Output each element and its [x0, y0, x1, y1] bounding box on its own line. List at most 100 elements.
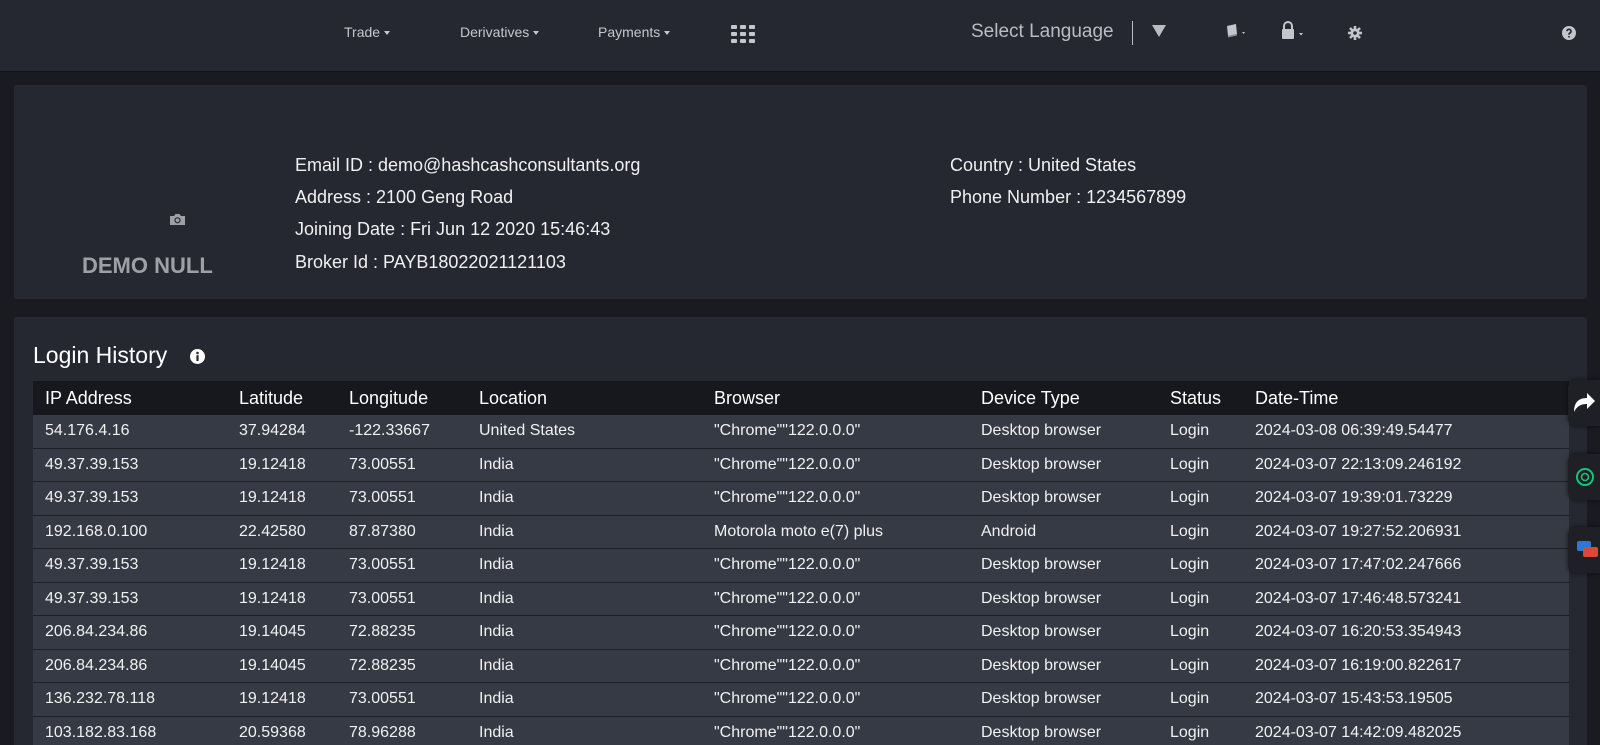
cell-location: India	[467, 482, 702, 516]
table-row: 206.84.234.86 19.14045 72.88235 India "Chrom…	[33, 616, 1569, 650]
top-navbar: Trade Derivatives Payments Select Langua…	[0, 0, 1600, 72]
cell-latitude: 22.42580	[227, 515, 337, 549]
gear-icon	[1348, 26, 1362, 40]
cell-ip: 192.168.0.100	[33, 515, 227, 549]
cell-location: India	[467, 716, 702, 745]
table-row: 54.176.4.16 37.94284 -122.33667 United Stat…	[33, 415, 1569, 449]
book-icon	[1227, 24, 1245, 38]
table-row: 49.37.39.153 19.12418 73.00551 India "Chrome…	[33, 549, 1569, 583]
cell-ip: 54.176.4.16	[33, 415, 227, 449]
chatgpt-icon	[1576, 468, 1594, 486]
table-row: 49.37.39.153 19.12418 73.00551 India "Chrome…	[33, 448, 1569, 482]
cell-longitude: -122.33667	[337, 415, 467, 449]
cell-browser: "Chrome""122.0.0.0"	[702, 683, 969, 717]
cell-latitude: 20.59368	[227, 716, 337, 745]
chat-tab[interactable]	[1568, 527, 1600, 573]
info-icon[interactable]	[190, 349, 205, 364]
cell-ip: 49.37.39.153	[33, 448, 227, 482]
chat-bubbles-icon	[1577, 541, 1598, 557]
table-row: 192.168.0.100 22.42580 87.87380 India Motoro…	[33, 515, 1569, 549]
column-header-status[interactable]: Status	[1158, 381, 1243, 415]
profile-card	[14, 85, 1587, 299]
cell-status: Login	[1158, 448, 1243, 482]
cell-browser: "Chrome""122.0.0.0"	[702, 582, 969, 616]
cell-longitude: 78.96288	[337, 716, 467, 745]
cell-ip: 206.84.234.86	[33, 616, 227, 650]
cell-browser: Motorola moto e(7) plus	[702, 515, 969, 549]
cell-status: Login	[1158, 549, 1243, 583]
cell-location: India	[467, 448, 702, 482]
cell-status: Login	[1158, 515, 1243, 549]
cell-longitude: 73.00551	[337, 482, 467, 516]
cell-ip: 49.37.39.153	[33, 549, 227, 583]
table-row: 49.37.39.153 19.12418 73.00551 India "Chrome…	[33, 482, 1569, 516]
cell-latitude: 19.12418	[227, 549, 337, 583]
cell-location: India	[467, 515, 702, 549]
cell-location: India	[467, 549, 702, 583]
cell-browser: "Chrome""122.0.0.0"	[702, 415, 969, 449]
cell-latitude: 37.94284	[227, 415, 337, 449]
cell-latitude: 19.12418	[227, 582, 337, 616]
cell-latitude: 19.12418	[227, 482, 337, 516]
nav-trade-label: Trade	[344, 24, 381, 40]
cell-device-type: Desktop browser	[969, 582, 1158, 616]
column-header-browser[interactable]: Browser	[702, 381, 969, 415]
table-header-row: IP Address Latitude Longitude Location B…	[33, 381, 1569, 415]
cell-browser: "Chrome""122.0.0.0"	[702, 616, 969, 650]
column-header-latitude[interactable]: Latitude	[227, 381, 337, 415]
nav-payments-dropdown[interactable]: Payments	[598, 24, 671, 40]
column-header-ip[interactable]: IP Address	[33, 381, 227, 415]
cell-status: Login	[1158, 683, 1243, 717]
column-header-longitude[interactable]: Longitude	[337, 381, 467, 415]
nav-payments-label: Payments	[598, 24, 661, 40]
cell-device-type: Desktop browser	[969, 683, 1158, 717]
settings-button[interactable]	[1348, 26, 1362, 45]
share-tab[interactable]	[1568, 380, 1600, 426]
nav-derivatives-dropdown[interactable]: Derivatives	[460, 24, 540, 40]
cell-browser: "Chrome""122.0.0.0"	[702, 549, 969, 583]
table-row: 206.84.234.86 19.14045 72.88235 India "Chrom…	[33, 649, 1569, 683]
cell-device-type: Desktop browser	[969, 482, 1158, 516]
language-dropdown-arrow-icon[interactable]	[1152, 25, 1166, 37]
cell-latitude: 19.14045	[227, 616, 337, 650]
cell-browser: "Chrome""122.0.0.0"	[702, 448, 969, 482]
language-selector[interactable]: Select Language	[971, 21, 1114, 43]
caret-down-icon	[664, 31, 671, 36]
share-icon	[1574, 393, 1595, 412]
cell-status: Login	[1158, 415, 1243, 449]
cell-date-time: 2024-03-07 22:13:09.246192	[1243, 448, 1569, 482]
cell-ip: 103.182.83.168	[33, 716, 227, 745]
cell-latitude: 19.12418	[227, 683, 337, 717]
cell-date-time: 2024-03-07 17:47:02.247666	[1243, 549, 1569, 583]
cell-date-time: 2024-03-07 16:19:00.822617	[1243, 649, 1569, 683]
table-row: 136.232.78.118 19.12418 73.00551 India "Chro…	[33, 683, 1569, 717]
cell-date-time: 2024-03-07 17:46:48.573241	[1243, 582, 1569, 616]
cell-browser: "Chrome""122.0.0.0"	[702, 716, 969, 745]
apps-grid-icon[interactable]	[731, 25, 755, 43]
nav-derivatives-label: Derivatives	[460, 24, 530, 40]
caret-down-icon	[533, 31, 540, 36]
cell-status: Login	[1158, 649, 1243, 683]
column-header-date-time[interactable]: Date-Time	[1243, 381, 1569, 415]
camera-icon[interactable]	[169, 213, 186, 226]
cell-device-type: Desktop browser	[969, 448, 1158, 482]
column-header-location[interactable]: Location	[467, 381, 702, 415]
cell-browser: "Chrome""122.0.0.0"	[702, 482, 969, 516]
cell-latitude: 19.12418	[227, 448, 337, 482]
column-header-device-type[interactable]: Device Type	[969, 381, 1158, 415]
cell-status: Login	[1158, 716, 1243, 745]
lock-menu[interactable]	[1280, 21, 1306, 46]
cell-device-type: Desktop browser	[969, 716, 1158, 745]
cell-longitude: 87.87380	[337, 515, 467, 549]
profile-country: Country : United States	[950, 155, 1137, 175]
help-button[interactable]	[1562, 26, 1576, 45]
nav-trade-dropdown[interactable]: Trade	[344, 24, 391, 40]
cell-date-time: 2024-03-08 06:39:49.54477	[1243, 415, 1569, 449]
cell-location: India	[467, 582, 702, 616]
login-history-title: Login History	[33, 342, 168, 368]
cell-ip: 206.84.234.86	[33, 649, 227, 683]
profile-address: Address : 2100 Geng Road	[295, 187, 514, 207]
cell-date-time: 2024-03-07 19:39:01.73229	[1243, 482, 1569, 516]
book-menu[interactable]	[1224, 23, 1248, 44]
chatgpt-tab[interactable]	[1568, 454, 1600, 500]
